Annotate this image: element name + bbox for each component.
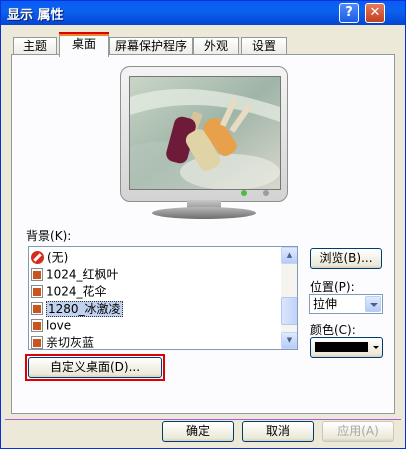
list-item-label: 1024_红枫叶 [46, 267, 119, 282]
list-item[interactable]: (无) [31, 249, 68, 265]
color-picker-button[interactable] [310, 337, 383, 358]
tab-desktop[interactable]: 桌面 [59, 34, 109, 57]
list-item[interactable]: 1024_红枫叶 [31, 266, 119, 282]
help-button[interactable]: ? [339, 3, 359, 23]
image-file-icon [31, 302, 43, 315]
power-led-icon [241, 190, 247, 196]
background-label-accel: (K): [50, 229, 72, 243]
scroll-up-button[interactable]: ▲ [281, 247, 297, 264]
tab-appearance[interactable]: 外观 [193, 37, 239, 55]
scroll-down-button[interactable]: ▼ [281, 332, 297, 349]
list-item[interactable]: 1024_花伞 [31, 283, 107, 299]
list-item-label: 1024_花伞 [46, 284, 107, 299]
color-swatch [315, 342, 368, 352]
list-item[interactable]: 亲切灰蓝 [31, 334, 95, 350]
position-select[interactable]: 拉伸 [309, 294, 383, 314]
list-item-label: 亲切灰蓝 [46, 335, 95, 350]
image-file-icon [31, 268, 43, 281]
arrow-down-icon: ▼ [286, 336, 293, 344]
tab-screensaver[interactable]: 屏幕保护程序 [109, 37, 193, 55]
monitor-button-icon [263, 190, 269, 196]
list-item-label: love [46, 318, 72, 333]
position-label: 位置(P): [310, 280, 355, 294]
image-file-icon [31, 319, 43, 332]
window-title: 显示 属性 [7, 8, 64, 23]
separator-line [5, 419, 401, 420]
monitor-stand [152, 207, 256, 219]
list-item[interactable]: love [31, 317, 71, 333]
scroll-thumb[interactable] [281, 297, 297, 325]
close-icon: ✕ [369, 5, 381, 20]
ok-button[interactable]: 确定 [162, 421, 234, 442]
list-item-label: 1280_冰激凌 [46, 300, 123, 317]
color-label: 颜色(C): [310, 323, 356, 337]
position-value: 拉伸 [313, 297, 338, 311]
popsicle-image [130, 77, 280, 189]
background-label-text: 背景 [26, 229, 51, 243]
display-properties-window: 显示 属性 ? ✕ 主题 桌面 屏幕保护程序 外观 设置 背景(K): (无) … [0, 0, 406, 449]
browse-button[interactable]: 浏览(B)... [310, 248, 382, 269]
help-icon: ? [345, 5, 353, 20]
background-list[interactable]: (无) 1024_红枫叶 1024_花伞 1280_冰激凌 love 亲切灰蓝 … [28, 246, 298, 350]
desktop-tab-panel: 背景(K): (无) 1024_红枫叶 1024_花伞 1280_冰激凌 lov… [11, 54, 395, 414]
wallpaper-preview [129, 76, 281, 190]
image-file-icon [31, 336, 43, 349]
list-item-selected[interactable]: 1280_冰激凌 [31, 300, 123, 317]
list-scrollbar[interactable]: ▲ ▼ [281, 247, 297, 349]
tab-themes[interactable]: 主题 [13, 37, 57, 55]
close-button[interactable]: ✕ [365, 3, 385, 23]
image-file-icon [31, 285, 43, 298]
cancel-button[interactable]: 取消 [242, 421, 314, 442]
tab-settings[interactable]: 设置 [241, 37, 287, 55]
background-label: 背景(K): [26, 227, 71, 244]
monitor-preview [120, 66, 288, 202]
title-bar[interactable]: 显示 属性 ? ✕ [1, 1, 405, 25]
list-item-label: (无) [47, 250, 69, 265]
apply-button[interactable]: 应用(A) [322, 421, 394, 442]
chevron-down-icon [373, 346, 379, 349]
none-icon [31, 251, 44, 264]
chevron-down-icon [365, 296, 381, 312]
arrow-up-icon: ▲ [286, 251, 293, 259]
customize-desktop-button[interactable]: 自定义桌面(D)... [28, 357, 162, 378]
